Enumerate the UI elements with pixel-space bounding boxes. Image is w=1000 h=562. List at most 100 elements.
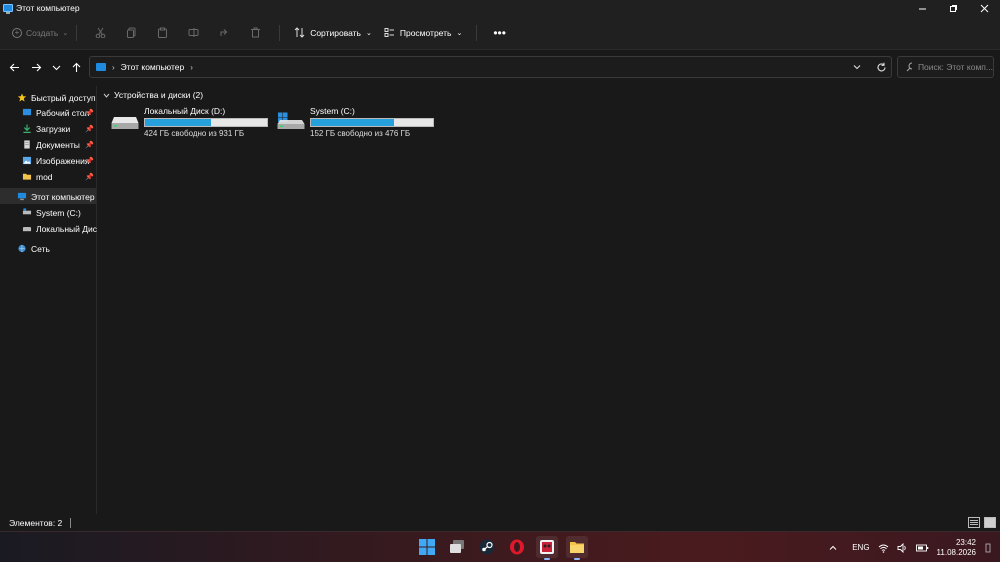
steam-button[interactable] bbox=[476, 536, 498, 558]
clock[interactable]: 23:42 11.08.2026 bbox=[937, 538, 976, 558]
share-icon bbox=[220, 29, 228, 36]
taskbar-apps bbox=[416, 536, 588, 560]
sidebar-item-label: System (C:) bbox=[36, 207, 81, 218]
drive-tile-local-d[interactable]: Локальный Диск (D:) 424 ГБ свободно из 9… bbox=[111, 106, 271, 142]
steam-icon bbox=[479, 539, 495, 555]
system-tray: ENG 23:42 11.08.2026 bbox=[828, 532, 1000, 562]
group-header-devices[interactable]: Устройства и диски (2) bbox=[103, 90, 203, 100]
tiles-view-button[interactable] bbox=[984, 517, 996, 528]
back-button[interactable] bbox=[4, 57, 24, 77]
sidebar-item-network[interactable]: Сеть bbox=[17, 241, 97, 256]
minimize-button[interactable] bbox=[907, 0, 938, 16]
forward-button[interactable] bbox=[26, 57, 46, 77]
view-label: Просмотреть bbox=[399, 27, 452, 38]
status-bar: Элементов: 2 bbox=[0, 514, 1000, 531]
navigation-pane: Быстрый доступ Рабочий стол 📌 Загрузки 📌… bbox=[0, 86, 97, 514]
pin-icon: 📌 bbox=[85, 173, 94, 181]
search-input[interactable]: Поиск: Этот комп... bbox=[897, 56, 994, 78]
more-options-button[interactable]: ••• bbox=[485, 26, 514, 40]
drive-free-space: 152 ГБ свободно из 476 ГБ bbox=[310, 129, 411, 138]
copy-button[interactable] bbox=[116, 21, 147, 45]
sort-button[interactable]: Сортировать ⌄ bbox=[288, 21, 378, 45]
game-app-button[interactable] bbox=[536, 536, 558, 560]
chevron-down-icon bbox=[103, 93, 110, 98]
sidebar-item-system-c[interactable]: System (C:) bbox=[22, 205, 97, 220]
windows-start-button[interactable] bbox=[416, 536, 438, 558]
address-history-chevron-icon[interactable] bbox=[852, 62, 862, 72]
scissors-icon bbox=[95, 27, 106, 38]
volume-icon[interactable] bbox=[897, 542, 908, 553]
content-area: Устройства и диски (2) Локальный Диск (D… bbox=[98, 86, 1000, 514]
chevron-down-icon: ⌄ bbox=[365, 29, 372, 37]
sidebar-item-downloads[interactable]: Загрузки 📌 bbox=[22, 121, 97, 136]
search-icon bbox=[906, 62, 912, 72]
create-button[interactable]: + Создать ⌄ bbox=[12, 27, 69, 38]
pin-icon: 📌 bbox=[85, 141, 94, 149]
sort-label: Сортировать bbox=[310, 27, 361, 38]
paste-button[interactable] bbox=[147, 21, 178, 45]
address-bar[interactable]: › Этот компьютер › bbox=[89, 56, 892, 78]
sidebar-item-desktop[interactable]: Рабочий стол 📌 bbox=[22, 105, 97, 120]
network-icon bbox=[18, 244, 26, 253]
sidebar-item-local-disk-d[interactable]: Локальный Диск (D:) bbox=[22, 221, 97, 236]
layout-toggle bbox=[968, 517, 996, 528]
wifi-icon[interactable] bbox=[878, 543, 889, 553]
drive-tile-system-c[interactable]: System (C:) 152 ГБ свободно из 476 ГБ bbox=[277, 106, 437, 142]
toolbar-divider bbox=[76, 24, 78, 41]
window-title: Этот компьютер bbox=[16, 3, 80, 13]
details-view-button[interactable] bbox=[968, 517, 980, 528]
language-indicator[interactable]: ENG bbox=[852, 543, 869, 552]
sidebar-item-documents[interactable]: Документы 📌 bbox=[22, 137, 97, 152]
trash-icon bbox=[251, 27, 261, 38]
task-view-button[interactable] bbox=[446, 536, 468, 558]
view-button[interactable]: Просмотреть ⌄ bbox=[378, 21, 468, 45]
refresh-icon[interactable] bbox=[876, 62, 887, 73]
sidebar-item-label: Локальный Диск (D:) bbox=[36, 223, 97, 234]
toolbar-divider bbox=[476, 24, 478, 41]
breadcrumb-chevron-icon[interactable]: › bbox=[112, 63, 115, 72]
share-button[interactable] bbox=[209, 21, 240, 45]
create-label: Создать bbox=[26, 27, 59, 38]
sidebar-item-quick-access[interactable]: Быстрый доступ bbox=[17, 90, 97, 105]
window-controls bbox=[907, 0, 1000, 16]
sidebar-item-mod[interactable]: mod 📌 bbox=[22, 169, 97, 184]
rename-button[interactable] bbox=[178, 21, 209, 45]
chevron-up-icon[interactable] bbox=[828, 543, 838, 553]
desktop-icon bbox=[22, 108, 32, 116]
drive-usage-fill bbox=[311, 119, 394, 126]
drive-free-space: 424 ГБ свободно из 931 ГБ bbox=[144, 129, 245, 138]
breadcrumb-this-pc[interactable]: Этот компьютер bbox=[121, 62, 185, 72]
cut-button[interactable] bbox=[85, 21, 116, 45]
download-icon bbox=[23, 124, 31, 133]
drive-name: System (C:) bbox=[310, 106, 355, 116]
maximize-button[interactable] bbox=[938, 0, 969, 16]
sort-icon bbox=[294, 27, 305, 38]
address-controls bbox=[852, 57, 887, 77]
up-button[interactable] bbox=[66, 57, 86, 77]
close-button[interactable] bbox=[969, 0, 1000, 16]
notification-icon[interactable] bbox=[984, 542, 992, 554]
sidebar-item-label: Быстрый доступ bbox=[31, 92, 96, 103]
star-icon bbox=[17, 93, 27, 102]
breadcrumb-chevron-icon[interactable]: › bbox=[190, 63, 193, 72]
sidebar-item-this-pc[interactable]: Этот компьютер bbox=[17, 189, 97, 204]
status-divider bbox=[70, 517, 72, 528]
pin-icon: 📌 bbox=[85, 109, 94, 117]
drive-name: Локальный Диск (D:) bbox=[144, 106, 226, 116]
pictures-icon bbox=[22, 156, 32, 165]
recent-locations-button[interactable] bbox=[46, 57, 66, 77]
opera-button[interactable] bbox=[506, 536, 528, 558]
sidebar-item-pictures[interactable]: Изображения 📌 bbox=[22, 153, 97, 168]
chevron-down-icon: ⌄ bbox=[456, 29, 463, 37]
close-icon bbox=[980, 4, 989, 12]
delete-button[interactable] bbox=[240, 21, 271, 45]
arrow-right-icon bbox=[31, 63, 41, 71]
navigation-row: › Этот компьютер › Поиск: Этот комп... bbox=[0, 51, 1000, 83]
battery-icon[interactable] bbox=[915, 543, 929, 553]
file-explorer-button[interactable] bbox=[566, 536, 588, 560]
group-header-label: Устройства и диски (2) bbox=[114, 90, 204, 100]
drive-icon bbox=[22, 227, 32, 232]
folder-icon bbox=[22, 173, 32, 180]
chevron-down-icon: ⌄ bbox=[62, 29, 69, 37]
minimize-icon bbox=[919, 8, 926, 9]
